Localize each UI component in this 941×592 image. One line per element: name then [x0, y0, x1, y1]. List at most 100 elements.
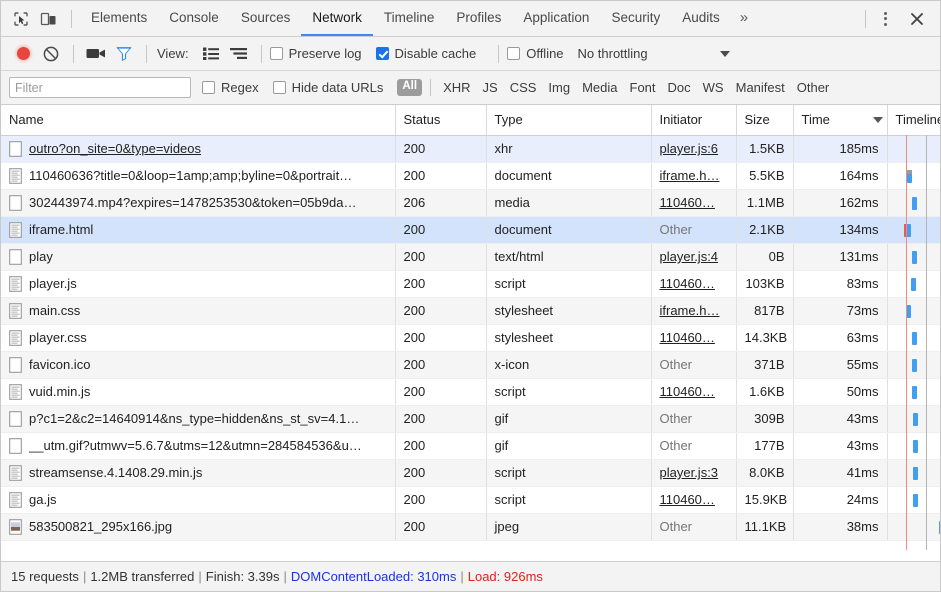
initiator-link[interactable]: 110460…: [660, 492, 715, 507]
filter-type-xhr[interactable]: XHR: [437, 78, 476, 97]
throttling-select[interactable]: No throttling: [578, 46, 730, 61]
list-view-icon[interactable]: [197, 41, 225, 67]
clear-icon[interactable]: [37, 41, 65, 67]
cell-timeline[interactable]: [887, 135, 940, 162]
filter-type-js[interactable]: JS: [477, 78, 504, 97]
cell-name[interactable]: p?c1=2&c2=14640914&ns_type=hidden&ns_st_…: [1, 405, 395, 432]
table-row[interactable]: 110460636?title=0&loop=1amp;amp;byline=0…: [1, 162, 940, 189]
table-row[interactable]: play200text/htmlplayer.js:40B131ms: [1, 243, 940, 270]
funnel-icon[interactable]: [110, 41, 138, 67]
filter-input[interactable]: [9, 77, 191, 98]
more-options-icon[interactable]: [874, 7, 896, 31]
column-header-size[interactable]: Size: [736, 105, 793, 135]
tab-profiles[interactable]: Profiles: [445, 1, 512, 36]
cell-initiator[interactable]: player.js:4: [651, 243, 736, 270]
hide-data-urls-checkbox[interactable]: Hide data URLs: [273, 80, 384, 95]
initiator-link[interactable]: 110460…: [660, 384, 715, 399]
cell-timeline[interactable]: [887, 324, 940, 351]
cell-initiator[interactable]: 110460…: [651, 486, 736, 513]
initiator-link[interactable]: player.js:6: [660, 141, 719, 156]
close-icon[interactable]: [902, 6, 932, 32]
cell-name[interactable]: ga.js: [1, 486, 395, 513]
cell-timeline[interactable]: [887, 216, 940, 243]
column-header-time[interactable]: Time: [793, 105, 887, 135]
initiator-link[interactable]: iframe.h…: [660, 303, 720, 318]
cell-name[interactable]: player.css: [1, 324, 395, 351]
cell-name[interactable]: player.js: [1, 270, 395, 297]
offline-checkbox[interactable]: Offline: [507, 46, 563, 61]
table-row[interactable]: player.js200script110460…103KB83ms: [1, 270, 940, 297]
column-header-initiator[interactable]: Initiator: [651, 105, 736, 135]
waterfall-view-icon[interactable]: [225, 41, 253, 67]
initiator-link[interactable]: 110460…: [660, 276, 715, 291]
cell-timeline[interactable]: [887, 459, 940, 486]
tab-network[interactable]: Network: [301, 1, 373, 36]
tab-timeline[interactable]: Timeline: [373, 1, 446, 36]
table-row[interactable]: main.css200stylesheetiframe.h…817B73ms: [1, 297, 940, 324]
cell-timeline[interactable]: [887, 162, 940, 189]
filter-type-all[interactable]: All: [397, 79, 422, 96]
tab-application[interactable]: Application: [512, 1, 600, 36]
cell-initiator[interactable]: 110460…: [651, 324, 736, 351]
initiator-link[interactable]: 110460…: [660, 330, 715, 345]
table-row[interactable]: streamsense.4.1408.29.min.js200scriptpla…: [1, 459, 940, 486]
cell-initiator[interactable]: iframe.h…: [651, 162, 736, 189]
inspect-element-icon[interactable]: [7, 6, 35, 32]
tab-security[interactable]: Security: [600, 1, 671, 36]
filter-type-doc[interactable]: Doc: [662, 78, 697, 97]
cell-timeline[interactable]: [887, 297, 940, 324]
cell-name[interactable]: 110460636?title=0&loop=1amp;amp;byline=0…: [1, 162, 395, 189]
more-tabs-button[interactable]: »: [731, 1, 757, 36]
table-row[interactable]: 302443974.mp4?expires=1478253530&token=0…: [1, 189, 940, 216]
cell-name[interactable]: __utm.gif?utmwv=5.6.7&utms=12&utmn=28458…: [1, 432, 395, 459]
tab-console[interactable]: Console: [158, 1, 230, 36]
cell-name[interactable]: 583500821_295x166.jpg: [1, 513, 395, 540]
record-button-icon[interactable]: [9, 41, 37, 67]
filter-type-font[interactable]: Font: [624, 78, 662, 97]
column-header-type[interactable]: Type: [486, 105, 651, 135]
table-row[interactable]: favicon.ico200x-iconOther371B55ms: [1, 351, 940, 378]
table-row[interactable]: iframe.html200documentOther2.1KB134ms: [1, 216, 940, 243]
table-row[interactable]: __utm.gif?utmwv=5.6.7&utms=12&utmn=28458…: [1, 432, 940, 459]
filter-type-img[interactable]: Img: [542, 78, 576, 97]
cell-timeline[interactable]: [887, 486, 940, 513]
filter-type-ws[interactable]: WS: [697, 78, 730, 97]
device-toolbar-icon[interactable]: [35, 6, 63, 32]
table-row[interactable]: outro?on_site=0&type=videos200xhrplayer.…: [1, 135, 940, 162]
initiator-link[interactable]: player.js:3: [660, 465, 719, 480]
initiator-link[interactable]: player.js:4: [660, 249, 719, 264]
preserve-log-checkbox[interactable]: Preserve log: [270, 46, 362, 61]
regex-checkbox[interactable]: Regex: [202, 80, 259, 95]
initiator-link[interactable]: iframe.h…: [660, 168, 720, 183]
table-row[interactable]: 583500821_295x166.jpg200jpegOther11.1KB3…: [1, 513, 940, 540]
tab-audits[interactable]: Audits: [671, 1, 731, 36]
cell-initiator[interactable]: player.js:6: [651, 135, 736, 162]
cell-timeline[interactable]: [887, 189, 940, 216]
disable-cache-checkbox[interactable]: Disable cache: [376, 46, 477, 61]
column-header-timeline[interactable]: Timeline: [887, 105, 940, 135]
initiator-link[interactable]: 110460…: [660, 195, 715, 210]
cell-name[interactable]: outro?on_site=0&type=videos: [1, 135, 395, 162]
cell-timeline[interactable]: [887, 351, 940, 378]
cell-name[interactable]: vuid.min.js: [1, 378, 395, 405]
cell-name[interactable]: iframe.html: [1, 216, 395, 243]
cell-initiator[interactable]: player.js:3: [651, 459, 736, 486]
cell-initiator[interactable]: iframe.h…: [651, 297, 736, 324]
table-row[interactable]: vuid.min.js200script110460…1.6KB50ms: [1, 378, 940, 405]
tab-elements[interactable]: Elements: [80, 1, 158, 36]
cell-timeline[interactable]: [887, 243, 940, 270]
table-row[interactable]: ga.js200script110460…15.9KB24ms: [1, 486, 940, 513]
table-row[interactable]: player.css200stylesheet110460…14.3KB63ms: [1, 324, 940, 351]
column-header-status[interactable]: Status: [395, 105, 486, 135]
cell-timeline[interactable]: [887, 513, 940, 540]
cell-timeline[interactable]: [887, 405, 940, 432]
filter-type-media[interactable]: Media: [576, 78, 623, 97]
column-header-name[interactable]: Name: [1, 105, 395, 135]
cell-name[interactable]: streamsense.4.1408.29.min.js: [1, 459, 395, 486]
filter-type-css[interactable]: CSS: [504, 78, 543, 97]
cell-name[interactable]: main.css: [1, 297, 395, 324]
table-row[interactable]: p?c1=2&c2=14640914&ns_type=hidden&ns_st_…: [1, 405, 940, 432]
cell-timeline[interactable]: [887, 270, 940, 297]
cell-initiator[interactable]: 110460…: [651, 189, 736, 216]
cell-name[interactable]: favicon.ico: [1, 351, 395, 378]
